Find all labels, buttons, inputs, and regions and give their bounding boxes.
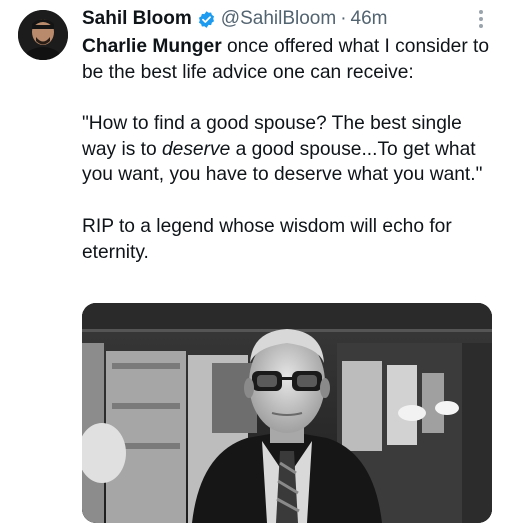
tweet-timestamp[interactable]: 46m [351,8,388,30]
separator-dot: · [340,8,347,29]
subject-name: Charlie Munger [82,36,222,57]
tweet-photo[interactable] [82,303,492,523]
verified-badge-icon [197,10,216,29]
tweet: Sahil Bloom @SahilBloom · 46m Charlie Mu… [0,0,508,531]
tweet-quote: "How to find a good spouse? The best sin… [82,111,494,188]
photo-icon [82,303,492,523]
more-icon [479,10,483,28]
author-handle[interactable]: @SahilBloom [221,8,336,30]
tweet-text: Charlie Munger once offered what I consi… [82,34,494,265]
tweet-intro: Charlie Munger once offered what I consi… [82,34,494,85]
quote-italic-word: deserve [161,138,231,160]
avatar[interactable] [18,10,68,60]
more-options-button[interactable] [472,8,490,30]
tweet-closing: RIP to a legend whose wisdom will echo f… [82,215,452,263]
tweet-header: Sahil Bloom @SahilBloom · 46m [82,6,482,32]
author-display-name[interactable]: Sahil Bloom [82,8,192,30]
